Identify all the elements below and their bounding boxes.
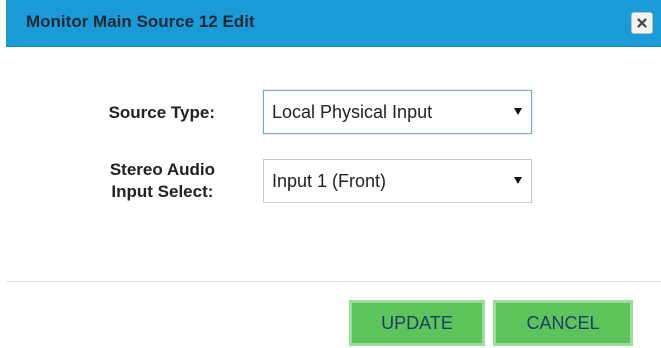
source-type-label: Source Type: [108, 103, 215, 122]
edit-dialog: Monitor Main Source 12 Edit Source Type:… [0, 0, 661, 348]
stereo-audio-input-label-line2: Input Select: [111, 182, 214, 201]
source-type-value: Local Physical Input [272, 102, 433, 122]
stereo-audio-input-label: Stereo Audio Input Select: [110, 159, 215, 203]
update-button[interactable]: UPDATE [349, 300, 485, 346]
dialog-title: Monitor Main Source 12 Edit [26, 12, 255, 31]
chevron-down-icon [514, 108, 522, 115]
close-button[interactable] [631, 12, 653, 34]
stereo-audio-input-label-line1: Stereo Audio [109, 160, 215, 179]
stereo-audio-input-value: Input 1 (Front) [272, 171, 387, 191]
close-icon [637, 18, 647, 28]
source-type-select[interactable]: Local Physical Input [263, 90, 532, 134]
footer-divider [6, 281, 661, 282]
chevron-down-icon [514, 177, 522, 184]
cancel-button[interactable]: CANCEL [493, 300, 633, 346]
stereo-audio-input-select[interactable]: Input 1 (Front) [263, 159, 532, 203]
dialog-titlebar: Monitor Main Source 12 Edit [6, 0, 661, 47]
